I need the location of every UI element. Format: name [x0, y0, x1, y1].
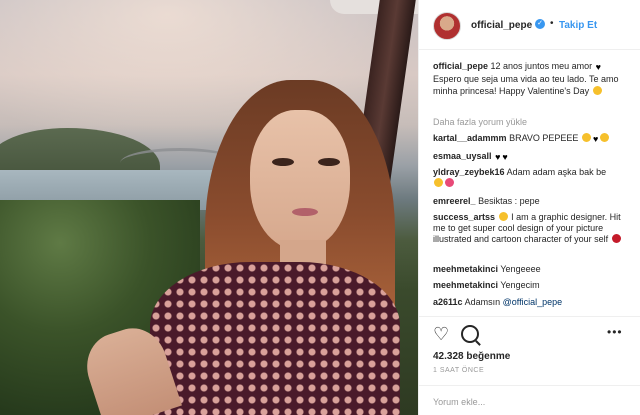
comment-text: Yengeeee [500, 264, 541, 274]
comment-username[interactable]: kartal__adammm [433, 133, 507, 143]
comment-text: Yengecim [500, 280, 540, 290]
person-eye-right [318, 158, 340, 166]
heart-outline-icon[interactable]: ♡ [433, 325, 451, 343]
comment-row: success_artss I am a graphic designer. H… [433, 212, 633, 245]
post-actions: ♡ ••• 42.328 beğenme 1 SAAT ÖNCE Yorum e… [419, 316, 640, 415]
comment-username[interactable]: emreerel_ [433, 196, 476, 206]
comment-text: Adamsın [464, 297, 501, 307]
laughing-emoji-icon [581, 133, 591, 142]
comment-username[interactable]: meehmetakinci [433, 264, 498, 274]
comment-mention[interactable]: @official_pepe [503, 297, 563, 307]
comment-text: Besiktas : pepe [478, 196, 540, 206]
thumbs-up-emoji-icon [434, 178, 443, 187]
person-top [150, 262, 400, 415]
comment-row: emreerel_ Besiktas : pepe [433, 196, 633, 207]
person-eye-left [272, 158, 294, 166]
post-header: official_pepe ✓ • Takip Et [419, 0, 640, 50]
caption-text-line2: Espero que seja uma vida ao teu lado. Te… [433, 74, 619, 96]
header-separator: • [550, 18, 554, 29]
load-more-comments-link[interactable]: Daha fazla yorum yükle [433, 117, 527, 127]
comment-text: Adam adam aşka bak be [506, 167, 607, 177]
comment-text: BRAVO PEPEEE [509, 133, 579, 143]
caption-username[interactable]: official_pepe [433, 61, 488, 71]
comment-row: a2611c Adamsın @official_pepe [433, 297, 633, 308]
comment-row: esmaa_uysall ♥ ♥ [433, 151, 633, 163]
comment-username[interactable]: meehmetakinci [433, 280, 498, 290]
smiling-face-emoji-icon [592, 86, 602, 95]
black-heart-emoji-icon: ♥ [502, 152, 508, 162]
person-lips [292, 208, 318, 216]
comment-row: meehmetakinci Yengecim [433, 280, 633, 291]
red-emoji-icon [611, 234, 621, 243]
black-heart-emoji-icon: ♥ [595, 62, 601, 72]
comment-row: kartal__adammm BRAVO PEPEEE ♥ [433, 133, 633, 145]
person-face [250, 110, 350, 250]
comment-row: yldray_zeybek16 Adam adam aşka bak be [433, 167, 633, 189]
avatar[interactable] [433, 12, 461, 40]
black-heart-emoji-icon: ♥ [495, 152, 501, 162]
post-timestamp: 1 SAAT ÖNCE [433, 367, 485, 374]
comment-bubble-icon[interactable] [461, 325, 479, 343]
comment-username[interactable]: success_artss [433, 212, 495, 222]
comment-row: meehmetakinci Yengeeee [433, 264, 633, 275]
post-side-panel: official_pepe ✓ • Takip Et official_pepe… [418, 0, 640, 415]
emoji-icon [600, 133, 610, 142]
comment-username[interactable]: yldray_zeybek16 [433, 167, 505, 177]
comment-username[interactable]: a2611c [433, 297, 463, 307]
more-options-icon[interactable]: ••• [607, 325, 623, 339]
hand-emoji-icon [498, 212, 508, 221]
post-photo[interactable] [0, 0, 418, 415]
follow-button[interactable]: Takip Et [559, 20, 597, 31]
add-comment-placeholder: Yorum ekle... [433, 397, 486, 407]
likes-count[interactable]: 42.328 beğenme [433, 351, 510, 362]
caption-text-line1: 12 anos juntos meu amor [490, 61, 593, 71]
header-username[interactable]: official_pepe [471, 20, 532, 31]
post-caption: official_pepe 12 anos juntos meu amor ♥ … [433, 60, 633, 97]
verified-badge-icon: ✓ [535, 19, 545, 29]
comment-username[interactable]: esmaa_uysall [433, 151, 492, 161]
add-comment-field[interactable]: Yorum ekle... [419, 385, 640, 415]
heart-emoji-icon: ♥ [592, 134, 599, 144]
pink-heart-emoji-icon [445, 178, 454, 187]
